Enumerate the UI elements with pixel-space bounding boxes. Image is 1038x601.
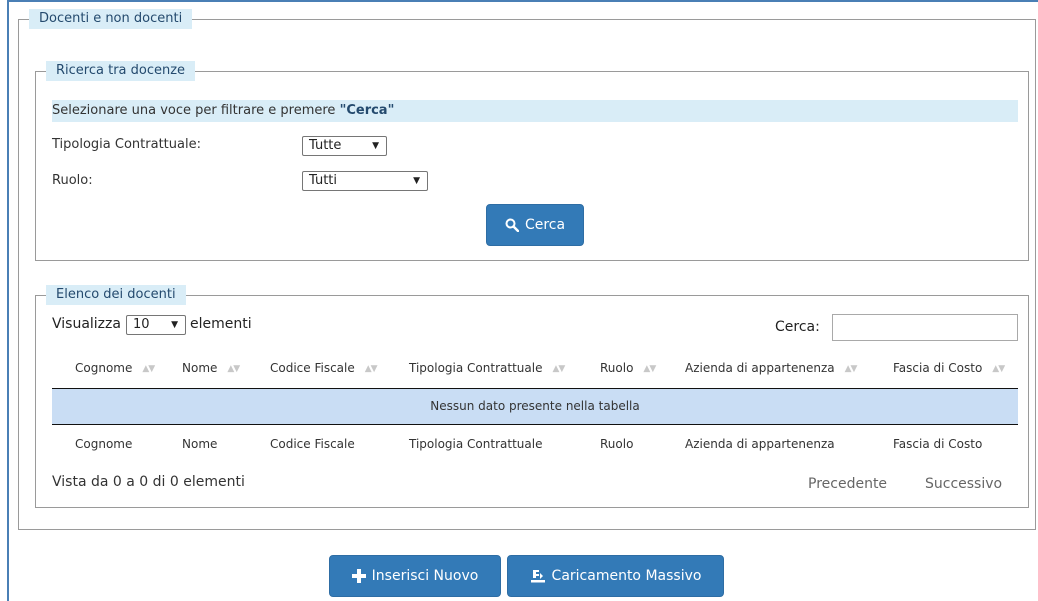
column-header-fascia[interactable]: Fascia di Costo ▲▼	[893, 361, 1005, 375]
table-footer-divider	[52, 424, 1018, 425]
docenti-panel-title: Docenti e non docenti	[29, 9, 193, 29]
sort-icon: ▲▼	[227, 364, 240, 374]
table-empty-row: Nessun dato presente nella tabella	[52, 389, 1018, 424]
sort-icon: ▲▼	[364, 364, 378, 374]
page-length-select[interactable]: 10 ▼	[126, 315, 186, 335]
bulk-upload-label: Caricamento Massivo	[551, 568, 702, 584]
page-length-prefix: Visualizza	[52, 316, 121, 332]
bulk-upload-button[interactable]: Caricamento Massivo	[507, 555, 724, 597]
column-label: Codice Fiscale	[270, 361, 355, 375]
search-icon	[505, 218, 519, 232]
column-footer-codice-fiscale: Codice Fiscale	[270, 437, 355, 451]
column-footer-azienda: Azienda di appartenenza	[685, 437, 835, 451]
ruolo-label: Ruolo:	[52, 173, 93, 188]
page-left-border	[7, 0, 9, 601]
dropdown-arrow-icon: ▼	[413, 176, 420, 186]
column-footer-ruolo: Ruolo	[600, 437, 634, 451]
tipologia-select[interactable]: Tutte ▼	[302, 136, 387, 156]
table-search-label: Cerca:	[775, 319, 820, 335]
dropdown-arrow-icon: ▼	[171, 320, 178, 330]
page-top-border	[7, 0, 1038, 2]
search-panel-title: Ricerca tra docenze	[46, 61, 196, 81]
column-footer-fascia: Fascia di Costo	[893, 437, 983, 451]
column-header-ruolo[interactable]: Ruolo ▲▼	[600, 361, 656, 375]
column-label: Azienda di appartenenza	[685, 361, 835, 375]
column-label: Fascia di Costo	[893, 361, 983, 375]
sort-icon: ▲▼	[992, 364, 1005, 374]
insert-new-button[interactable]: Inserisci Nuovo	[329, 555, 501, 597]
tipologia-label: Tipologia Contrattuale:	[52, 137, 201, 152]
filter-hint-text: Selezionare una voce per filtrare e prem…	[52, 103, 340, 118]
column-footer-tipologia: Tipologia Contrattuale	[409, 437, 543, 451]
column-header-codice-fiscale[interactable]: Codice Fiscale ▲▼	[270, 361, 378, 375]
cerca-button-label: Cerca	[524, 217, 566, 233]
page-length-suffix: elementi	[190, 316, 252, 332]
column-header-cognome[interactable]: Cognome ▲▼	[75, 361, 155, 375]
cerca-button[interactable]: Cerca	[486, 204, 584, 246]
ruolo-select[interactable]: Tutti ▼	[302, 171, 428, 191]
column-label: Ruolo	[600, 361, 634, 375]
sort-icon: ▲▼	[844, 364, 858, 374]
insert-new-label: Inserisci Nuovo	[371, 568, 479, 584]
tipologia-select-value: Tutte	[309, 138, 342, 153]
filter-hint-keyword: "Cerca"	[339, 103, 395, 118]
column-footer-cognome: Cognome	[75, 437, 133, 451]
bulk-upload-icon	[530, 570, 545, 583]
column-label: Tipologia Contrattuale	[409, 361, 543, 375]
table-search-input[interactable]	[832, 314, 1018, 341]
column-header-nome[interactable]: Nome ▲▼	[182, 361, 240, 375]
list-panel-title: Elenco dei docenti	[46, 285, 186, 305]
column-footer-nome: Nome	[182, 437, 218, 451]
page-length-value: 10	[133, 317, 150, 332]
filter-hint: Selezionare una voce per filtrare e prem…	[52, 100, 1018, 122]
sort-icon: ▲▼	[142, 364, 155, 374]
table-info: Vista da 0 a 0 di 0 elementi	[52, 474, 245, 490]
sort-icon: ▲▼	[552, 364, 565, 374]
ruolo-select-value: Tutti	[309, 173, 338, 188]
column-header-tipologia[interactable]: Tipologia Contrattuale ▲▼	[409, 361, 565, 375]
column-header-azienda[interactable]: Azienda di appartenenza ▲▼	[685, 361, 858, 375]
column-label: Cognome	[75, 361, 133, 375]
page-length-control: Visualizza	[52, 316, 121, 332]
pagination-next[interactable]: Successivo	[925, 476, 1002, 492]
column-label: Nome	[182, 361, 218, 375]
plus-icon	[351, 569, 366, 583]
dropdown-arrow-icon: ▼	[372, 141, 379, 151]
sort-icon: ▲▼	[643, 364, 656, 374]
pagination-previous[interactable]: Precedente	[808, 476, 887, 492]
